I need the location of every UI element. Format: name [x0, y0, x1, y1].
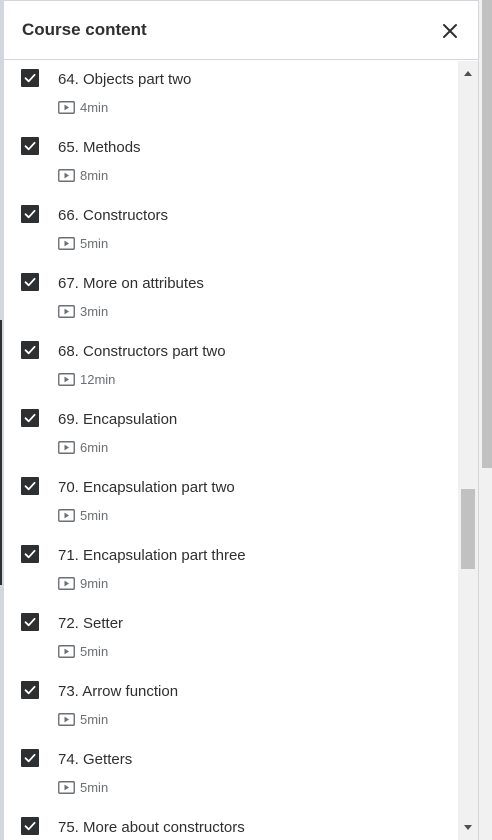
lecture-meta: 4min — [58, 99, 108, 115]
completed-checkbox[interactable] — [21, 545, 39, 563]
checkmark-icon — [24, 481, 36, 491]
triangle-up-icon — [464, 71, 472, 76]
lecture-duration: 6min — [80, 439, 109, 455]
checkmark-icon — [24, 821, 36, 831]
checkmark-icon — [24, 73, 36, 83]
video-play-icon — [58, 236, 75, 250]
lecture-meta: 8min — [58, 167, 108, 183]
lecture-item[interactable]: 68. Constructors part two 12min — [4, 333, 456, 401]
lecture-duration: 8min — [80, 167, 109, 183]
lecture-item[interactable]: 65. Methods 8min — [4, 129, 456, 197]
lecture-title[interactable]: 75. More about constructors — [58, 819, 245, 836]
lecture-item[interactable]: 64. Objects part two 4min — [4, 61, 456, 129]
lecture-duration: 5min — [80, 235, 109, 251]
video-play-icon — [58, 508, 75, 522]
completed-checkbox[interactable] — [21, 273, 39, 291]
lecture-duration: 5min — [80, 507, 109, 523]
completed-checkbox[interactable] — [21, 749, 39, 767]
lecture-item[interactable]: 75. More about constructors — [4, 809, 456, 840]
lecture-item[interactable]: 67. More on attributes 3min — [4, 265, 456, 333]
lecture-meta: 5min — [58, 507, 108, 523]
lecture-duration: 4min — [80, 99, 109, 115]
lecture-meta: 9min — [58, 575, 108, 591]
close-icon — [443, 24, 457, 38]
lecture-title[interactable]: 67. More on attributes — [58, 275, 204, 292]
video-play-icon — [58, 372, 75, 386]
checkmark-icon — [24, 413, 36, 423]
scroll-down-arrow[interactable] — [458, 816, 478, 840]
checkmark-icon — [24, 617, 36, 627]
lecture-item[interactable]: 72. Setter 5min — [4, 605, 456, 673]
lecture-meta: 12min — [58, 371, 115, 387]
lecture-duration: 5min — [80, 711, 109, 727]
completed-checkbox[interactable] — [21, 205, 39, 223]
lecture-title[interactable]: 71. Encapsulation part three — [58, 547, 246, 564]
lecture-title[interactable]: 64. Objects part two — [58, 71, 191, 88]
lecture-item[interactable]: 66. Constructors 5min — [4, 197, 456, 265]
video-play-icon — [58, 576, 75, 590]
lecture-title[interactable]: 72. Setter — [58, 615, 123, 632]
checkmark-icon — [24, 753, 36, 763]
video-play-icon — [58, 100, 75, 114]
page-scrollbar[interactable] — [479, 0, 492, 840]
completed-checkbox[interactable] — [21, 341, 39, 359]
lecture-meta: 5min — [58, 711, 108, 727]
completed-checkbox[interactable] — [21, 69, 39, 87]
page-scroll-thumb[interactable] — [482, 0, 492, 468]
lecture-title[interactable]: 73. Arrow function — [58, 683, 178, 700]
course-content-panel: Course content 64. Objects part two 4min 6… — [3, 0, 479, 840]
lecture-title[interactable]: 70. Encapsulation part two — [58, 479, 235, 496]
scroll-up-arrow[interactable] — [458, 61, 478, 85]
lecture-meta: 6min — [58, 439, 108, 455]
lecture-duration: 12min — [80, 371, 116, 387]
completed-checkbox[interactable] — [21, 477, 39, 495]
checkmark-icon — [24, 685, 36, 695]
completed-checkbox[interactable] — [21, 137, 39, 155]
video-play-icon — [58, 644, 75, 658]
panel-title: Course content — [22, 20, 147, 39]
scroll-thumb[interactable] — [461, 488, 475, 569]
lecture-title[interactable]: 68. Constructors part two — [58, 343, 226, 360]
lecture-item[interactable]: 70. Encapsulation part two 5min — [4, 469, 456, 537]
lecture-meta: 5min — [58, 235, 108, 251]
close-button[interactable] — [436, 17, 464, 45]
checkmark-icon — [24, 549, 36, 559]
lecture-meta: 5min — [58, 779, 108, 795]
lecture-duration: 5min — [80, 643, 109, 659]
lecture-title[interactable]: 66. Constructors — [58, 207, 168, 224]
lecture-duration: 5min — [80, 779, 109, 795]
video-play-icon — [58, 712, 75, 726]
lecture-duration: 3min — [80, 303, 109, 319]
lecture-item[interactable]: 73. Arrow function 5min — [4, 673, 456, 741]
lecture-item[interactable]: 69. Encapsulation 6min — [4, 401, 456, 469]
course-content-screen: Course content 64. Objects part two 4min 6… — [0, 0, 492, 840]
video-play-icon — [58, 168, 75, 182]
lecture-title[interactable]: 65. Methods — [58, 139, 141, 156]
lecture-item[interactable]: 71. Encapsulation part three 9min — [4, 537, 456, 605]
lecture-item[interactable]: 74. Getters 5min — [4, 741, 456, 809]
lecture-title[interactable]: 74. Getters — [58, 751, 132, 768]
completed-checkbox[interactable] — [21, 613, 39, 631]
lecture-meta: 5min — [58, 643, 108, 659]
completed-checkbox[interactable] — [21, 681, 39, 699]
checkmark-icon — [24, 277, 36, 287]
panel-header: Course content — [4, 0, 478, 60]
triangle-down-icon — [464, 825, 472, 830]
checkmark-icon — [24, 209, 36, 219]
lecture-title[interactable]: 69. Encapsulation — [58, 411, 177, 428]
completed-checkbox[interactable] — [21, 817, 39, 835]
lecture-duration: 9min — [80, 575, 109, 591]
checkmark-icon — [24, 141, 36, 151]
panel-scrollbar[interactable] — [458, 61, 478, 840]
lecture-list: 64. Objects part two 4min 65. Methods 8min 6… — [4, 61, 456, 840]
page-left-edge-accent — [0, 320, 2, 585]
video-play-icon — [58, 780, 75, 794]
video-play-icon — [58, 440, 75, 454]
checkmark-icon — [24, 345, 36, 355]
completed-checkbox[interactable] — [21, 409, 39, 427]
video-play-icon — [58, 304, 75, 318]
lecture-meta: 3min — [58, 303, 108, 319]
